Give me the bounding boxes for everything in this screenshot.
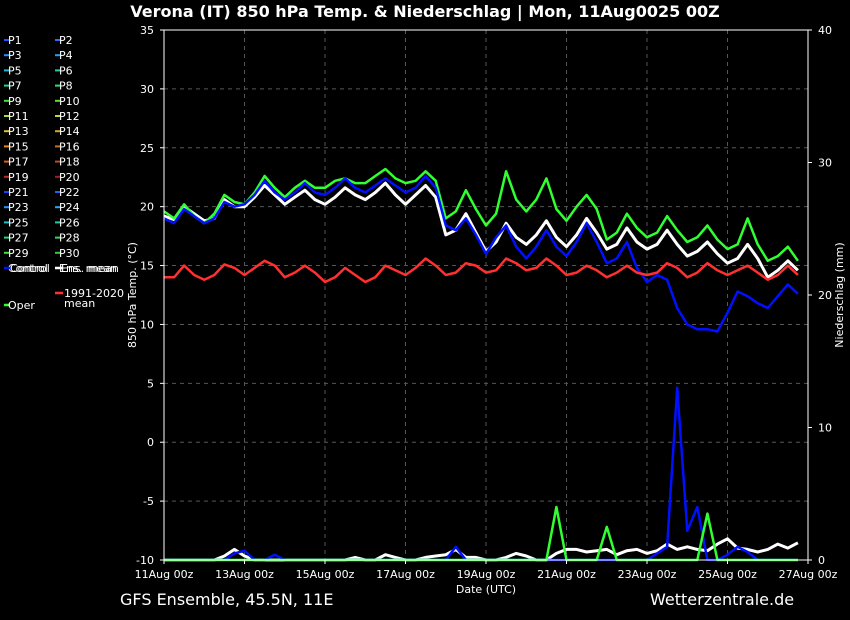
y-axis-label: 850 hPa Temp. (°C) bbox=[126, 242, 139, 348]
legend-label: P26 bbox=[59, 216, 80, 229]
footer-brand: Wetterzentrale.de bbox=[650, 590, 795, 609]
y-tick-label: 20 bbox=[140, 201, 154, 214]
legend-label: P21 bbox=[8, 186, 29, 199]
legend-label: P29 bbox=[8, 247, 29, 260]
x-tick-label: 27Aug 00z bbox=[779, 568, 838, 581]
legend-label: P6 bbox=[59, 64, 73, 77]
legend-label: Oper bbox=[8, 299, 35, 312]
y-tick-label: 35 bbox=[140, 24, 154, 37]
legend-label: P25 bbox=[8, 216, 29, 229]
legend-label: P23 bbox=[8, 201, 29, 214]
x-tick-label: 25Aug 00z bbox=[698, 568, 757, 581]
x-tick-label: 15Aug 00z bbox=[296, 568, 355, 581]
x-tick-label: 21Aug 00z bbox=[537, 568, 596, 581]
series-line bbox=[164, 257, 799, 284]
x-axis-label: Date (UTC) bbox=[456, 583, 516, 596]
y-tick-label: 5 bbox=[147, 377, 154, 390]
x-tick-label: 11Aug 00z bbox=[135, 568, 194, 581]
y2-tick-label: 30 bbox=[818, 157, 832, 170]
legend-label: P24 bbox=[59, 201, 80, 214]
y-tick-label: -5 bbox=[143, 495, 154, 508]
x-tick-label: 17Aug 00z bbox=[376, 568, 435, 581]
legend-label: P1 bbox=[8, 34, 22, 47]
y-tick-label: 0 bbox=[147, 436, 154, 449]
legend-label: P3 bbox=[8, 49, 22, 62]
legend-label: P7 bbox=[8, 80, 22, 93]
y-tick-label: 25 bbox=[140, 142, 154, 155]
legend-label: P22 bbox=[59, 186, 80, 199]
y2-axis-label: Niederschlag (mm) bbox=[833, 242, 846, 347]
legend-label: P16 bbox=[59, 140, 80, 153]
legend-label: P9 bbox=[8, 95, 22, 108]
y-tick-label: 15 bbox=[140, 260, 154, 273]
legend-label: Ens. mean bbox=[61, 262, 119, 275]
legend-label: P15 bbox=[8, 140, 29, 153]
series-line bbox=[164, 505, 798, 562]
y2-tick-label: 0 bbox=[818, 554, 825, 567]
legend-label: P20 bbox=[59, 171, 80, 184]
legend-label: P12 bbox=[59, 110, 80, 123]
x-tick-label: 13Aug 00z bbox=[215, 568, 274, 581]
legend-label: P19 bbox=[8, 171, 29, 184]
legend-label: mean bbox=[64, 297, 95, 310]
legend-label: P28 bbox=[59, 232, 80, 245]
legend-label: P27 bbox=[8, 232, 29, 245]
chart-title: Verona (IT) 850 hPa Temp. & Niederschlag… bbox=[130, 2, 719, 22]
legend-label: P17 bbox=[8, 156, 29, 169]
series-line bbox=[163, 174, 799, 333]
grid bbox=[163, 29, 809, 561]
legend-label: P10 bbox=[59, 95, 80, 108]
ensemble-chart: Verona (IT) 850 hPa Temp. & Niederschlag… bbox=[4, 2, 846, 596]
y-tick-label: 10 bbox=[140, 318, 154, 331]
legend-label: P2 bbox=[59, 34, 73, 47]
y2-tick-label: 10 bbox=[818, 422, 832, 435]
y-tick-label: -10 bbox=[136, 554, 154, 567]
y2-tick-label: 20 bbox=[818, 289, 832, 302]
footer-source: GFS Ensemble, 45.5N, 11E bbox=[120, 590, 334, 609]
legend-label: P30 bbox=[59, 247, 80, 260]
x-tick-label: 19Aug 00z bbox=[457, 568, 516, 581]
legend-label: P13 bbox=[8, 125, 29, 138]
legend-label: P14 bbox=[59, 125, 80, 138]
legend-label: P11 bbox=[8, 110, 29, 123]
y-tick-label: 30 bbox=[140, 83, 154, 96]
legend-label: P5 bbox=[8, 64, 22, 77]
legend-label: P4 bbox=[59, 49, 73, 62]
legend-label: P8 bbox=[59, 80, 73, 93]
x-tick-label: 23Aug 00z bbox=[618, 568, 677, 581]
legend-label: P18 bbox=[59, 156, 80, 169]
y2-tick-label: 40 bbox=[818, 24, 832, 37]
legend-label: Control bbox=[10, 262, 50, 275]
legend: P1 P2 P3 P4 P5 P6 P7 P8 P9 P10 P11 P12 P13 P14 P15 P16 P… bbox=[4, 34, 124, 312]
